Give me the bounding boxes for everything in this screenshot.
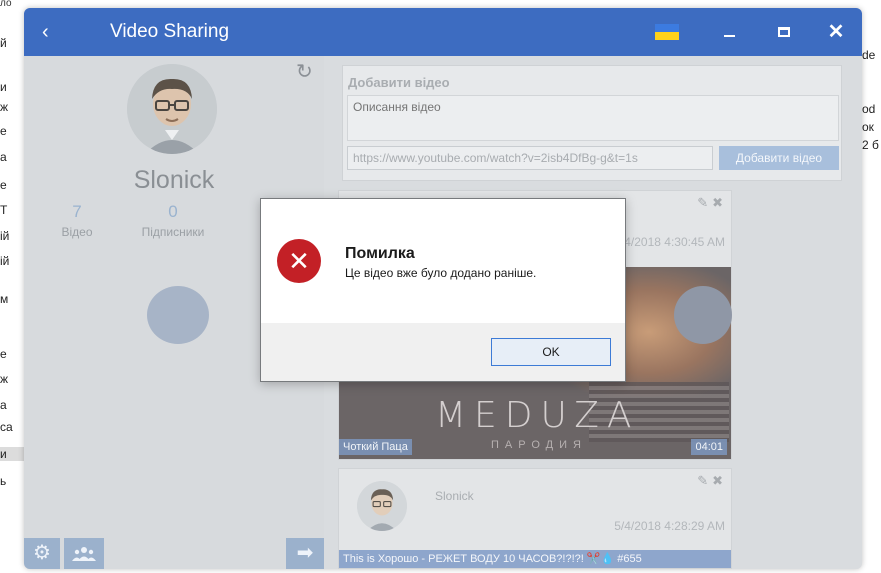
loading-indicator <box>147 286 209 344</box>
dialog-title: Помилка <box>345 245 415 262</box>
delete-icon[interactable]: ✖ <box>712 473 723 488</box>
stat-videos[interactable]: 7 Відео <box>32 202 122 240</box>
card-actions: ✎ ✖ <box>693 195 723 211</box>
background-text: ій <box>0 254 10 268</box>
language-flag-button[interactable] <box>655 24 679 40</box>
card-timestamp: 5/4/2018 4:28:29 AM <box>614 519 725 533</box>
background-text: е <box>0 124 7 138</box>
background-text: а <box>0 398 7 412</box>
background-text: и <box>0 80 7 94</box>
dialog-message: Це відео вже було додано раніше. <box>345 266 537 280</box>
stat-value: 0 <box>168 202 178 221</box>
video-duration: 04:01 <box>691 439 727 455</box>
background-text: ій <box>0 229 10 243</box>
card-timestamp: 5/4/2018 4:30:45 AM <box>614 235 725 249</box>
background-text: и <box>0 447 24 461</box>
stat-subscribers[interactable]: 0 Підписники <box>128 202 218 240</box>
flag-yellow-stripe <box>655 32 679 40</box>
video-card: ✎ ✖ Slonick 5/4/2018 4:28:29 AM This is Х… <box>338 468 732 569</box>
close-button[interactable]: ✕ <box>824 20 848 44</box>
close-icon: ✕ <box>827 21 845 43</box>
avatar <box>127 64 217 154</box>
thumbnail-subtitle: ПАРОДИЯ <box>491 439 587 451</box>
error-icon: ✕ <box>277 239 321 283</box>
refresh-button[interactable]: ↻ <box>296 61 318 83</box>
background-text: м <box>0 292 9 306</box>
card-author: Slonick <box>435 489 474 503</box>
stat-label: Відео <box>61 225 93 239</box>
logout-button[interactable]: ➡ <box>286 538 324 569</box>
card-actions: ✎ ✖ <box>693 473 723 489</box>
background-text: de <box>862 48 876 62</box>
background-text: ок <box>862 120 874 134</box>
background-text: ь <box>0 474 7 488</box>
minimize-button[interactable] <box>718 20 742 44</box>
video-caption: Чоткий Паца <box>339 439 412 455</box>
back-button[interactable]: ‹ <box>42 20 62 44</box>
dialog-footer: OK <box>261 323 625 381</box>
background-text: ж <box>0 100 9 114</box>
avatar <box>357 481 407 531</box>
add-video-button[interactable]: Добавити відео <box>719 146 839 170</box>
error-dialog: ✕ Помилка Це відео вже було додано раніш… <box>260 198 626 382</box>
background-text: od <box>862 102 876 116</box>
delete-icon[interactable]: ✖ <box>712 195 723 210</box>
minimize-icon <box>724 35 735 37</box>
video-url-input[interactable] <box>347 146 713 170</box>
friends-button[interactable] <box>64 538 104 569</box>
maximize-button[interactable] <box>772 20 796 44</box>
title-bar: ‹ Video Sharing ✕ <box>24 8 862 56</box>
app-title: Video Sharing <box>110 21 230 42</box>
background-text: е <box>0 178 7 192</box>
ok-button[interactable]: OK <box>491 338 611 366</box>
gear-icon: ⚙ <box>33 542 51 564</box>
thumbnail-title: MEDUZA <box>435 395 640 436</box>
background-text-column: й и ж е а е Тій ій м е ж а са и ь <box>0 0 24 573</box>
background-text: Т <box>0 203 8 217</box>
background-text: са <box>0 420 13 434</box>
logout-icon: ➡ <box>296 542 314 564</box>
background-text: ж <box>0 372 9 386</box>
background-text-column-right: de od ок 2 б <box>862 0 881 573</box>
add-video-form: Добавити відео Добавити відео <box>342 65 842 181</box>
background-text: 2 б <box>862 138 879 152</box>
flag-blue-stripe <box>655 24 679 32</box>
edit-icon[interactable]: ✎ <box>697 473 708 488</box>
loading-indicator <box>674 286 732 344</box>
add-video-title: Добавити відео <box>348 75 450 90</box>
video-caption: This is Хорошо - РЕЖЕТ ВОДУ 10 ЧАСОВ?!?!… <box>339 550 731 568</box>
background-text: а <box>0 150 7 164</box>
refresh-icon: ↻ <box>296 61 313 83</box>
stat-label: Підписники <box>141 225 205 239</box>
background-text: й <box>0 36 7 50</box>
settings-button[interactable]: ⚙ <box>24 538 60 569</box>
video-description-input[interactable] <box>347 95 839 141</box>
users-icon <box>64 538 104 569</box>
stat-value: 7 <box>72 202 82 221</box>
edit-icon[interactable]: ✎ <box>697 195 708 210</box>
background-text: е <box>0 347 7 361</box>
maximize-icon <box>778 27 790 37</box>
profile-name: Slonick <box>133 166 215 194</box>
chevron-left-icon: ‹ <box>42 21 49 43</box>
